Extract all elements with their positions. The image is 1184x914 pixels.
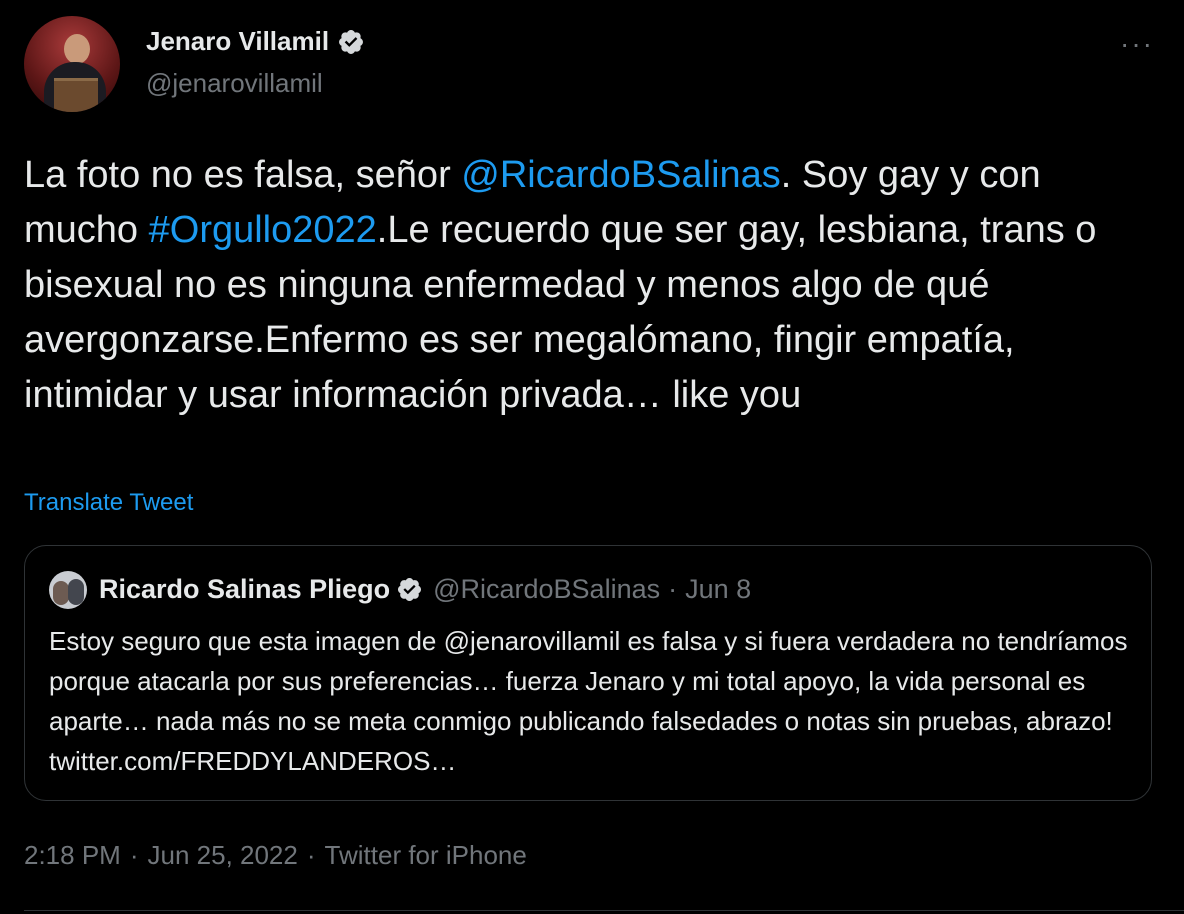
verified-badge-icon [398,577,422,602]
tweet-text-segment: La foto no es falsa, señor [24,154,462,196]
author-name[interactable]: Jenaro Villamil [146,26,329,57]
translate-tweet-link[interactable]: Translate Tweet [24,489,193,517]
avatar-person-shape [68,579,84,605]
quoted-tweet-text: Estoy seguro que esta imagen de @jenarov… [49,626,1128,776]
tweet-date[interactable]: Jun 25, 2022 [148,840,298,870]
quoted-author-handle[interactable]: @RicardoBSalinas [433,574,660,605]
tweet-text: La foto no es falsa, señor @RicardoBSali… [24,148,1164,423]
more-options-icon[interactable]: ··· [1120,28,1154,60]
separator-dot: · [129,840,139,870]
quoted-tweet-card[interactable]: Ricardo Salinas Pliego @RicardoBSalinas … [24,545,1152,801]
quoted-author-name[interactable]: Ricardo Salinas Pliego [99,574,390,605]
separator-dot: · [668,574,678,604]
tweet-source[interactable]: Twitter for iPhone [325,840,527,870]
author-handle[interactable]: @jenarovillamil [146,68,323,99]
author-avatar[interactable] [24,16,120,112]
quoted-author-avatar[interactable] [49,571,87,609]
mention-link[interactable]: @RicardoBSalinas [461,154,781,196]
avatar-person-shape [53,581,69,605]
hashtag-link[interactable]: #Orgullo2022 [149,209,377,251]
tweet-metadata: 2:18 PM · Jun 25, 2022 · Twitter for iPhone [24,840,527,871]
avatar-head-shape [64,34,90,64]
tweet-time[interactable]: 2:18 PM [24,840,121,870]
separator-dot: · [306,840,316,870]
quoted-tweet-date[interactable]: Jun 8 [685,574,751,605]
avatar-podium-shape [54,78,98,112]
author-name-row[interactable]: Jenaro Villamil [146,26,365,57]
verified-badge-icon [339,29,364,54]
divider [24,910,1184,911]
quoted-tweet-header: Ricardo Salinas Pliego @RicardoBSalinas … [99,574,751,605]
